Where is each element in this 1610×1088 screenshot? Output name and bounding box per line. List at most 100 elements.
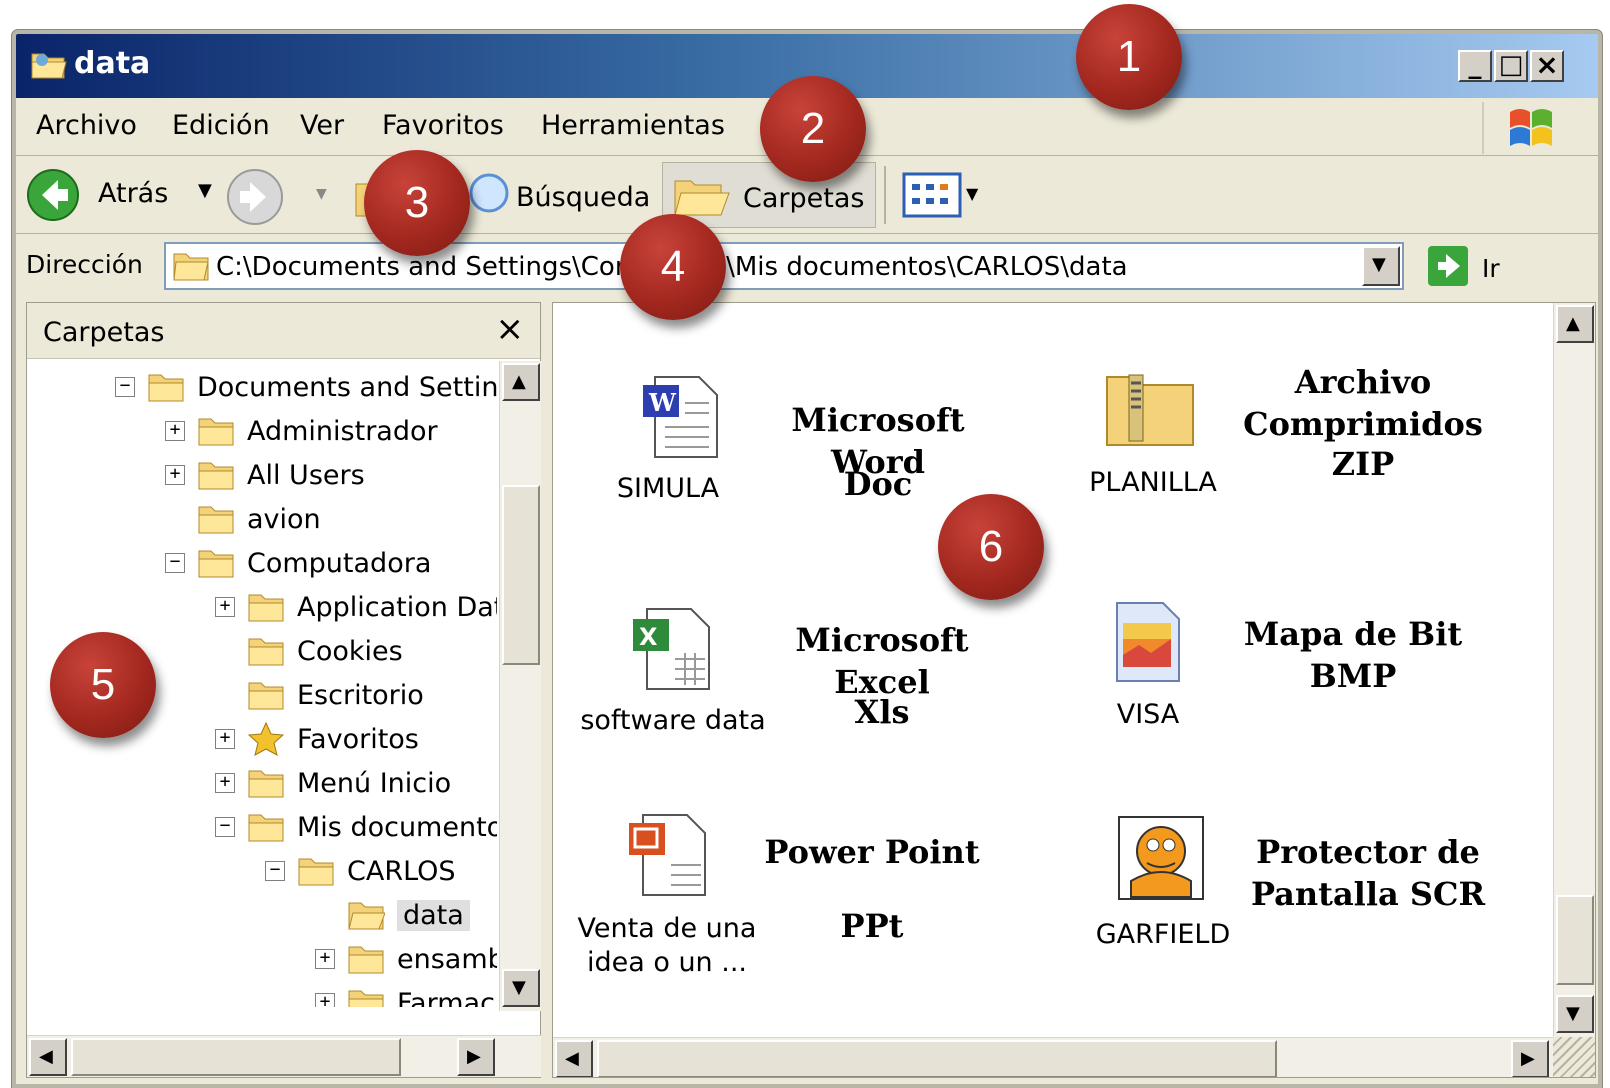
callout-1: 1 (1076, 4, 1182, 110)
address-input[interactable]: C:\Documents and Settings\Com a\Mis docum… (164, 242, 1404, 290)
menu-edicion[interactable]: Edición (172, 110, 270, 141)
chevron-down-icon: ▼ (966, 184, 979, 203)
tree-horizontal-scrollbar[interactable]: ◀ ▶ (27, 1035, 541, 1077)
resize-grip-icon[interactable] (1553, 1037, 1595, 1077)
windows-logo-icon (1482, 102, 1578, 154)
scroll-thumb[interactable] (597, 1040, 1277, 1077)
chevron-down-icon[interactable]: ▼ (316, 186, 327, 202)
collapse-icon[interactable]: − (115, 377, 135, 397)
tree-item[interactable]: + Farmaci (315, 983, 497, 1007)
tree-item[interactable]: − CARLOS (265, 851, 456, 891)
menu-ver[interactable]: Ver (300, 110, 344, 141)
powerpoint-icon (629, 814, 706, 896)
scroll-left-button[interactable]: ◀ (555, 1040, 593, 1077)
file-item[interactable]: GARFIELD (1073, 815, 1253, 965)
file-type-label: Power Point (764, 833, 980, 871)
tree-item[interactable]: + Favoritos (215, 719, 419, 759)
tree-item-selected[interactable]: data (315, 895, 470, 935)
chevron-up-icon: ▲ (1566, 313, 1580, 334)
back-button[interactable]: Atrás ▼ (26, 166, 216, 222)
scroll-right-button[interactable]: ▶ (1511, 1040, 1549, 1077)
folder-icon (248, 682, 284, 710)
expand-icon[interactable]: + (165, 465, 185, 485)
views-grid-icon (902, 172, 962, 218)
folder-icon (198, 506, 234, 534)
minimize-button[interactable]: _ (1458, 50, 1492, 82)
tree-label: Computadora (247, 547, 432, 579)
scroll-thumb[interactable] (1556, 895, 1594, 985)
close-icon[interactable]: × (496, 309, 525, 349)
file-item[interactable]: VISA (1073, 599, 1223, 739)
expand-icon[interactable]: + (215, 597, 235, 617)
collapse-icon[interactable]: − (265, 861, 285, 881)
menu-herramientas[interactable]: Herramientas (541, 110, 725, 141)
expand-icon[interactable]: + (315, 949, 335, 969)
expand-icon[interactable]: + (315, 993, 335, 1007)
expand-icon[interactable]: + (215, 729, 235, 749)
main-horizontal-scrollbar[interactable]: ◀ ▶ (553, 1037, 1553, 1077)
search-icon[interactable] (468, 172, 510, 214)
close-button[interactable]: × (1530, 50, 1564, 82)
file-item[interactable]: W SIMULA (583, 373, 753, 513)
tree-item[interactable]: Escritorio (215, 675, 424, 715)
go-button[interactable]: Ir (1426, 244, 1536, 290)
tree-item[interactable]: + All Users (165, 455, 365, 495)
folders-panel-title: Carpetas (43, 317, 165, 348)
folder-icon (148, 374, 184, 402)
expand-icon[interactable]: + (215, 773, 235, 793)
file-item[interactable]: Venta de una idea o un ... (577, 811, 757, 981)
collapse-icon[interactable]: − (215, 817, 235, 837)
views-button[interactable]: ▼ (902, 170, 992, 220)
tree-label: data (397, 899, 470, 931)
folders-panel-header: Carpetas × (27, 303, 540, 359)
scroll-up-button[interactable]: ▲ (502, 363, 540, 401)
tree-label: Farmaci (397, 987, 497, 1008)
tree-item[interactable]: + ensamb (315, 939, 497, 979)
maximize-icon: □ (1498, 50, 1524, 80)
word-doc-icon: W (643, 376, 718, 458)
scroll-left-button[interactable]: ◀ (29, 1038, 67, 1076)
forward-arrow-icon[interactable] (226, 168, 284, 226)
file-item[interactable]: PLANILLA (1063, 369, 1243, 509)
zip-folder-icon (1106, 374, 1194, 446)
menu-archivo[interactable]: Archivo (36, 110, 137, 141)
address-dropdown-button[interactable]: ▼ (1362, 246, 1400, 286)
file-type-label: Mapa de Bit (1243, 615, 1463, 653)
toolbar-divider (884, 166, 886, 224)
tree-item[interactable]: + Menú Inicio (215, 763, 451, 803)
scroll-up-button[interactable]: ▲ (1556, 305, 1594, 343)
scroll-thumb[interactable] (71, 1038, 401, 1076)
scroll-down-button[interactable]: ▼ (1556, 995, 1594, 1033)
callout-3: 3 (364, 150, 470, 256)
tree-vertical-scrollbar[interactable]: ▲ ▼ (499, 361, 541, 1011)
menu-favoritos[interactable]: Favoritos (382, 110, 504, 141)
scroll-down-button[interactable]: ▼ (502, 969, 540, 1007)
maximize-button[interactable]: □ (1494, 50, 1528, 82)
star-icon (247, 721, 285, 756)
tree-label: Menú Inicio (297, 767, 452, 799)
tree-label: All Users (247, 459, 365, 491)
tree-item[interactable]: − Computadora (165, 543, 431, 583)
scroll-thumb[interactable] (502, 485, 540, 665)
folder-icon (298, 858, 334, 886)
collapse-icon[interactable]: − (165, 553, 185, 573)
main-vertical-scrollbar[interactable]: ▲ ▼ (1553, 303, 1595, 1037)
tree-item[interactable]: Cookies (215, 631, 403, 671)
file-item[interactable]: X software data (573, 605, 773, 745)
tree-item[interactable]: − Mis documentos (215, 807, 497, 847)
tree-item[interactable]: avion (165, 499, 321, 539)
tree-item[interactable]: + Application Data (215, 587, 497, 627)
excel-icon: X (633, 608, 710, 690)
file-name: PLANILLA (1089, 467, 1217, 498)
tree-item[interactable]: + Administrador (165, 411, 438, 451)
expand-icon[interactable]: + (165, 421, 185, 441)
chevron-down-icon[interactable]: ▼ (198, 180, 212, 201)
search-button-label[interactable]: Búsqueda (516, 182, 650, 213)
tree-label: avion (247, 503, 321, 535)
bitmap-icon (1116, 602, 1180, 682)
scroll-right-button[interactable]: ▶ (457, 1038, 495, 1076)
close-icon: × (1535, 48, 1559, 81)
back-label: Atrás (98, 178, 169, 209)
tree-item[interactable]: − Documents and Settings (115, 367, 497, 407)
chevron-left-icon: ◀ (565, 1048, 579, 1069)
